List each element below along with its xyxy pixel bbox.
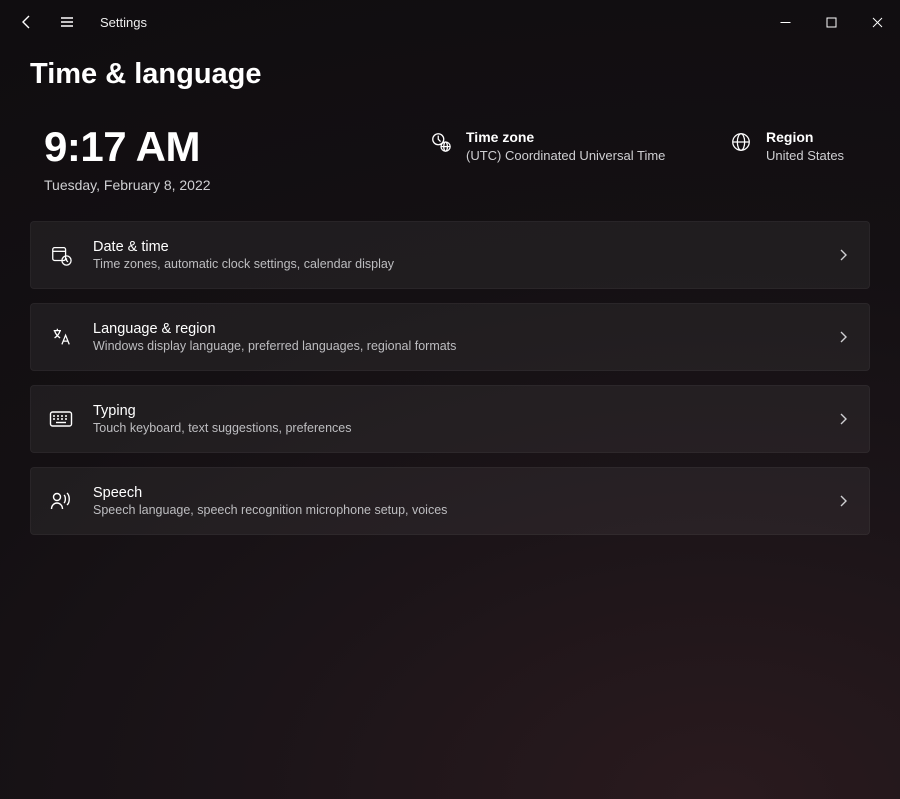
back-button[interactable] [18,13,36,31]
current-time: 9:17 AM [44,123,211,171]
title-bar: Settings [0,0,900,44]
region-label: Region [766,129,844,145]
speech-icon [49,489,73,513]
chevron-right-icon [837,413,849,425]
close-button[interactable] [854,0,900,44]
nav-menu-button[interactable] [58,13,76,31]
chevron-right-icon [837,249,849,261]
language-icon [49,325,73,349]
card-typing[interactable]: Typing Touch keyboard, text suggestions,… [30,385,870,453]
card-subtitle: Touch keyboard, text suggestions, prefer… [93,421,817,435]
region-chip[interactable]: Region United States [730,123,870,163]
region-value: United States [766,148,844,163]
chevron-right-icon [837,331,849,343]
keyboard-icon [49,407,73,431]
app-name: Settings [100,15,147,30]
page-title: Time & language [0,44,900,91]
settings-cards: Date & time Time zones, automatic clock … [0,193,900,545]
minimize-button[interactable] [762,0,808,44]
card-title: Language & region [93,321,817,337]
card-subtitle: Windows display language, preferred lang… [93,339,817,353]
current-date: Tuesday, February 8, 2022 [44,177,211,193]
clock-block: 9:17 AM Tuesday, February 8, 2022 [44,123,211,193]
card-speech[interactable]: Speech Speech language, speech recogniti… [30,467,870,535]
maximize-button[interactable] [808,0,854,44]
card-language-region[interactable]: Language & region Windows display langua… [30,303,870,371]
card-title: Typing [93,403,817,419]
chevron-right-icon [837,495,849,507]
calendar-clock-icon [49,243,73,267]
card-date-time[interactable]: Date & time Time zones, automatic clock … [30,221,870,289]
timezone-label: Time zone [466,129,665,145]
timezone-icon [430,131,452,153]
globe-icon [730,131,752,153]
card-title: Date & time [93,239,817,255]
card-title: Speech [93,485,817,501]
timezone-chip[interactable]: Time zone (UTC) Coordinated Universal Ti… [430,123,690,163]
timezone-value: (UTC) Coordinated Universal Time [466,148,665,163]
card-subtitle: Time zones, automatic clock settings, ca… [93,257,817,271]
card-subtitle: Speech language, speech recognition micr… [93,503,817,517]
info-row: 9:17 AM Tuesday, February 8, 2022 Time z… [0,91,900,193]
